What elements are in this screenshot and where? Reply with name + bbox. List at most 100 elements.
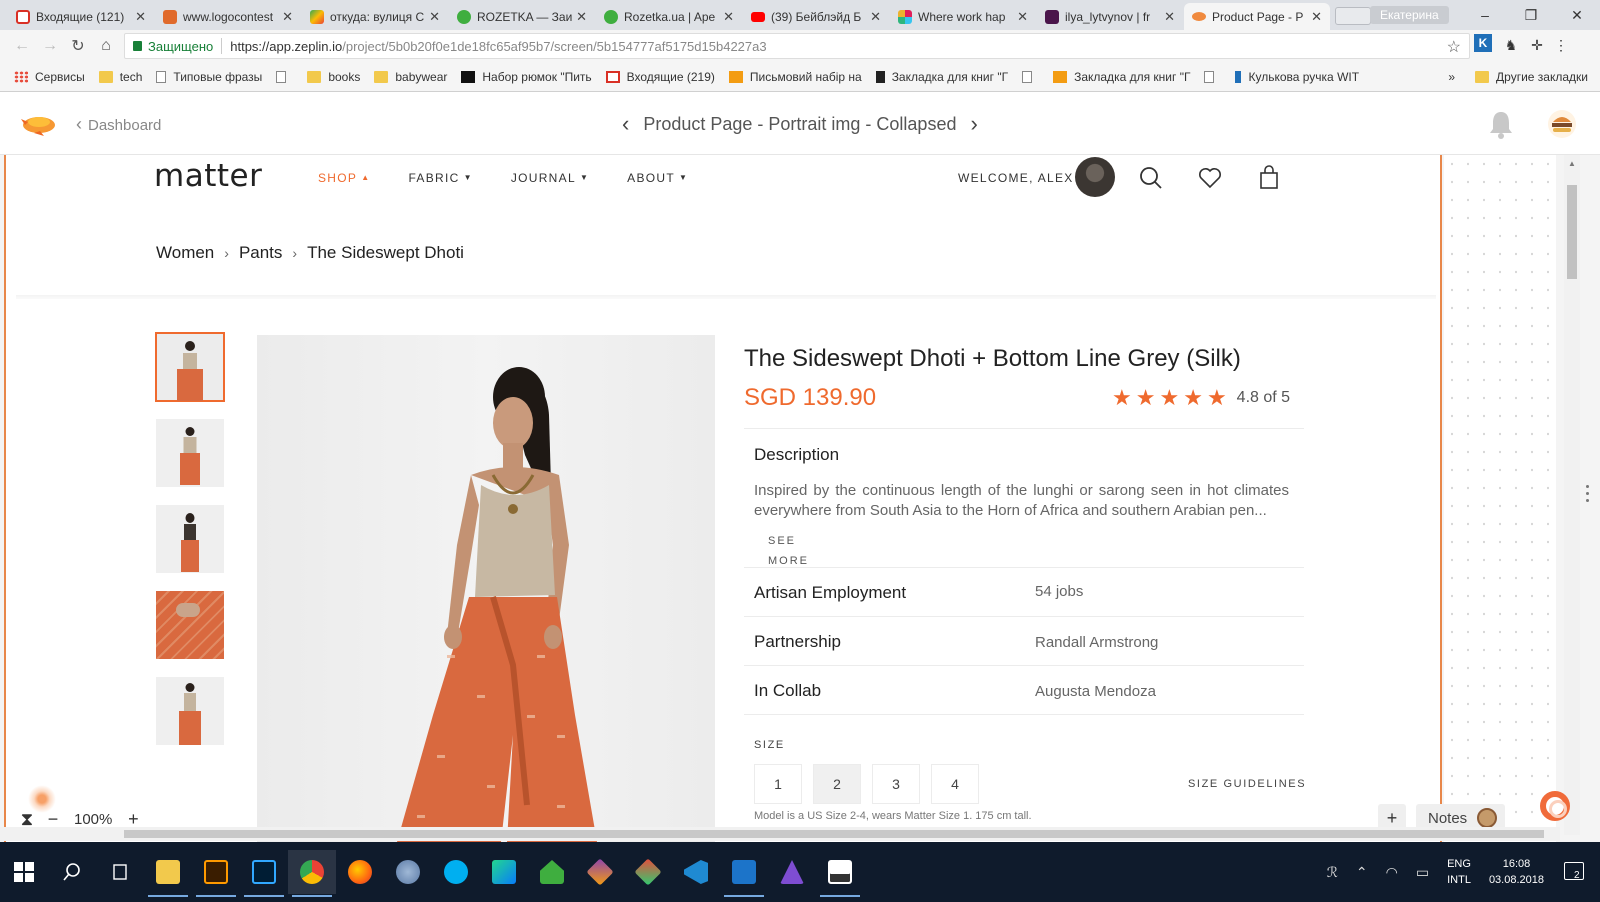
taskbar-sourcetree[interactable]: [528, 850, 576, 894]
reload-icon[interactable]: ↻: [64, 36, 92, 56]
wishlist-heart-icon[interactable]: [1197, 165, 1223, 191]
restore-button[interactable]: ❐: [1508, 0, 1554, 30]
user-avatar[interactable]: [1075, 157, 1115, 197]
bookmark-item[interactable]: Закладка для книг "Г: [875, 70, 1008, 84]
help-lifebuoy-icon[interactable]: [1540, 791, 1570, 821]
size-guidelines-link[interactable]: SIZE GUIDELINES: [1188, 778, 1306, 790]
taskbar-firefox[interactable]: [336, 850, 384, 894]
scrollbar-thumb[interactable]: [124, 830, 1544, 838]
previous-screen-icon[interactable]: ‹: [622, 111, 629, 137]
browser-tab[interactable]: ROZETKA — Заи ✕: [449, 3, 595, 30]
browser-tab[interactable]: www.logocontest ✕: [155, 3, 301, 30]
taskbar-photos[interactable]: [816, 850, 864, 897]
task-view-button[interactable]: [96, 850, 144, 894]
browser-tab[interactable]: откуда: вулиця С ✕: [302, 3, 448, 30]
taskbar-photoshop[interactable]: [240, 850, 288, 897]
chevron-up-icon[interactable]: ⌃: [1356, 864, 1368, 881]
nav-shop[interactable]: SHOP ▲: [318, 171, 370, 185]
start-button[interactable]: [0, 850, 48, 894]
taskbar-illustrator[interactable]: [192, 850, 240, 897]
dashboard-link[interactable]: ‹ Dashboard: [76, 114, 161, 135]
shopping-bag-icon[interactable]: [1256, 165, 1282, 191]
close-tab-icon[interactable]: ✕: [723, 9, 734, 25]
close-tab-icon[interactable]: ✕: [576, 9, 587, 25]
next-screen-icon[interactable]: ›: [970, 111, 977, 137]
bookmark-item[interactable]: [1204, 70, 1221, 83]
back-icon[interactable]: ←: [8, 37, 36, 55]
other-bookmarks-folder[interactable]: Другие закладки: [1475, 70, 1588, 84]
profile-button[interactable]: Екатерина: [1370, 6, 1449, 24]
breadcrumb-women[interactable]: Women: [156, 243, 214, 263]
browser-tab[interactable]: (39) Бейблэйд Б ✕: [743, 3, 889, 30]
close-tab-icon[interactable]: ✕: [1311, 9, 1322, 25]
scrollbar-thumb[interactable]: [1567, 185, 1577, 279]
taskbar-explorer[interactable]: [144, 850, 192, 897]
secure-indicator[interactable]: Защищено: [133, 39, 213, 54]
nav-journal[interactable]: JOURNAL ▼: [511, 171, 589, 185]
bookmark-folder[interactable]: babywear: [374, 70, 447, 84]
bookmark-item[interactable]: [1022, 70, 1039, 83]
bookmarks-more-button[interactable]: »: [1448, 70, 1455, 84]
browser-tab[interactable]: Входящие (121) ✕: [8, 3, 154, 30]
taskbar-git-app[interactable]: [576, 850, 624, 894]
extension-crosshair-icon[interactable]: ✛: [1526, 34, 1548, 56]
site-logo[interactable]: matter: [154, 158, 262, 194]
bookmark-apps[interactable]: Сервисы: [14, 70, 85, 84]
chrome-menu-icon[interactable]: ⋮: [1550, 34, 1572, 56]
close-tab-icon[interactable]: ✕: [282, 9, 293, 25]
product-main-image[interactable]: [257, 335, 715, 842]
home-icon[interactable]: ⌂: [92, 37, 120, 55]
search-taskbar-button[interactable]: [48, 850, 96, 894]
thumbnail-2[interactable]: [156, 419, 224, 487]
bookmark-item[interactable]: Письмовий набір на: [728, 70, 862, 84]
close-tab-icon[interactable]: ✕: [429, 9, 440, 25]
vertical-scrollbar[interactable]: ▲: [1564, 155, 1580, 835]
close-tab-icon[interactable]: ✕: [135, 9, 146, 25]
bookmark-item[interactable]: [276, 70, 293, 83]
close-tab-icon[interactable]: ✕: [870, 9, 881, 25]
clock[interactable]: 16:08 03.08.2018: [1489, 856, 1544, 888]
search-icon[interactable]: [1138, 165, 1164, 191]
breadcrumb-pants[interactable]: Pants: [239, 243, 282, 263]
taskbar-git-app-2[interactable]: [624, 850, 672, 894]
bookmark-star-icon[interactable]: ☆: [1447, 37, 1461, 57]
nav-fabric[interactable]: FABRIC ▼: [408, 171, 472, 185]
language-indicator[interactable]: ENG INTL: [1447, 856, 1471, 888]
bookmark-item[interactable]: Набор рюмок "Пить: [461, 70, 592, 84]
user-menu-avatar[interactable]: [1548, 110, 1576, 138]
close-tab-icon[interactable]: ✕: [1017, 9, 1028, 25]
see-more-link[interactable]: SEE MORE: [768, 531, 828, 571]
wifi-icon[interactable]: ◠: [1386, 864, 1398, 881]
browser-tab[interactable]: ilya_lytvynov | fr ✕: [1037, 3, 1183, 30]
zeplin-logo-icon[interactable]: [20, 109, 58, 137]
close-window-button[interactable]: ✕: [1554, 0, 1600, 30]
battery-icon[interactable]: ▭: [1416, 864, 1429, 881]
taskbar-globe-app[interactable]: [384, 850, 432, 894]
thumbnail-4[interactable]: [156, 591, 224, 659]
extension-k-icon[interactable]: K: [1474, 34, 1492, 52]
browser-tab[interactable]: Rozetka.ua | Ape ✕: [596, 3, 742, 30]
bookmark-item[interactable]: Типовые фразы: [156, 70, 262, 84]
browser-tab-active[interactable]: Product Page - P ✕: [1184, 3, 1330, 30]
action-center-button[interactable]: 2: [1562, 860, 1590, 884]
taskbar-affinity[interactable]: [768, 850, 816, 894]
people-icon[interactable]: ℛ: [1327, 864, 1338, 881]
forward-icon[interactable]: →: [36, 37, 64, 55]
thumbnail-5[interactable]: [156, 677, 224, 745]
minimize-button[interactable]: –: [1462, 0, 1508, 30]
bookmark-folder[interactable]: tech: [98, 70, 142, 84]
bookmark-item[interactable]: Входящие (219): [605, 70, 715, 84]
taskbar-window-app[interactable]: [720, 850, 768, 897]
browser-tab[interactable]: Where work hap ✕: [890, 3, 1036, 30]
nav-about[interactable]: ABOUT ▼: [627, 171, 688, 185]
new-tab-button[interactable]: [1335, 7, 1371, 25]
size-option[interactable]: 3: [872, 764, 920, 804]
notification-bell-icon[interactable]: [1487, 109, 1515, 139]
size-option[interactable]: 4: [931, 764, 979, 804]
size-option[interactable]: 1: [754, 764, 802, 804]
horizontal-scrollbar[interactable]: [0, 827, 1560, 841]
sidebar-handle-icon[interactable]: [1586, 485, 1590, 506]
taskbar-webstorm[interactable]: [480, 850, 528, 894]
address-bar[interactable]: Защищено https://app.zeplin.io/project/5…: [124, 33, 1470, 59]
size-option-selected[interactable]: 2: [813, 764, 861, 804]
